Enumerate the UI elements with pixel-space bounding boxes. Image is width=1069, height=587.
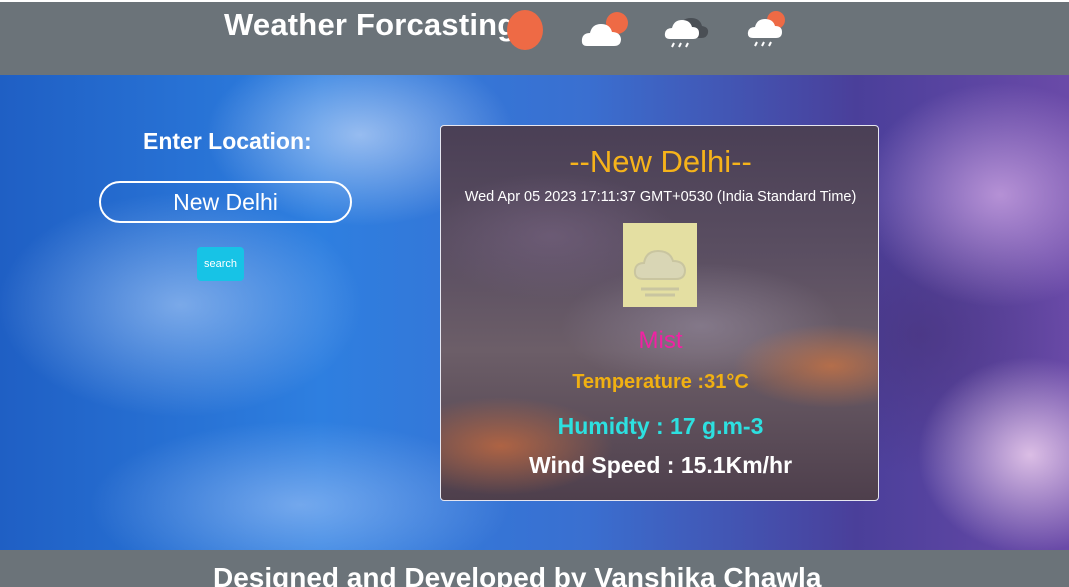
sun-icon	[507, 10, 543, 50]
datetime: Wed Apr 05 2023 17:11:37 GMT+0530 (India…	[464, 189, 857, 205]
footer-credit: Designed and Developed by Vanshika Chawl…	[213, 562, 822, 587]
sun-rain-icon	[747, 11, 785, 47]
temperature-text: Temperature :31°C	[572, 371, 749, 393]
footer-bar: Designed and Developed by Vanshika Chawl…	[0, 550, 1069, 587]
main-background: Enter Location: search --New Delhi-- Wed…	[0, 75, 1069, 550]
thunder-rain-icon	[664, 18, 709, 48]
partly-cloudy-icon	[581, 12, 628, 46]
wind-speed-text: Wind Speed : 15.1Km/hr	[528, 452, 793, 478]
city-name: --New Delhi--	[569, 144, 752, 179]
search-button[interactable]: search	[197, 247, 244, 281]
location-label: Enter Location:	[143, 128, 312, 154]
weather-card: --New Delhi-- Wed Apr 05 2023 17:11:37 G…	[440, 125, 879, 501]
location-input[interactable]	[99, 181, 352, 223]
weather-condition: Mist	[638, 327, 683, 354]
app-title: Weather Forcasting	[224, 7, 517, 42]
header-bar: Weather Forcasting	[0, 0, 1069, 75]
mist-cloud-icon	[633, 249, 687, 297]
humidity-text: Humidty : 17 g.m-3	[557, 413, 764, 439]
weather-icon	[623, 223, 697, 307]
